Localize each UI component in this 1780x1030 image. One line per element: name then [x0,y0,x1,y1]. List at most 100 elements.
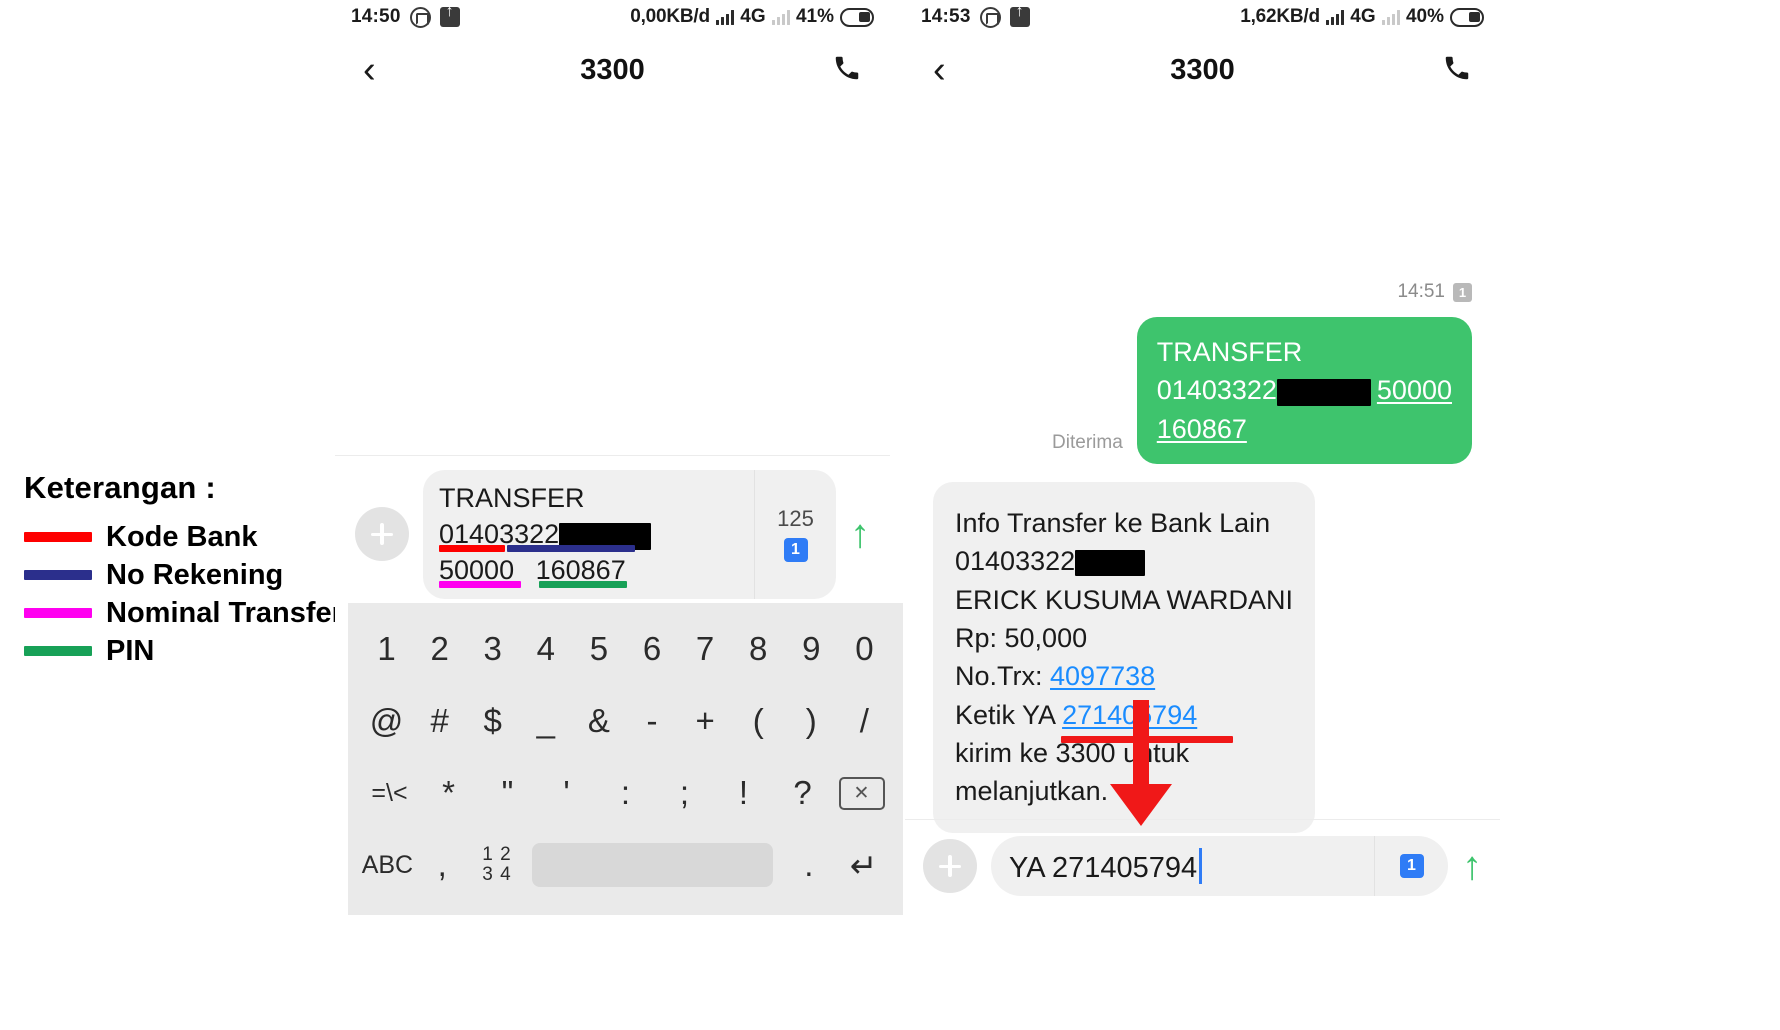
key-paren-close[interactable]: ) [785,685,838,757]
key-1[interactable]: 1 [360,613,413,685]
char-count-label: 125 [777,506,814,532]
key-semicolon[interactable]: ; [655,757,714,829]
sim-badge-icon[interactable]: 1 [783,538,808,563]
reply-ketik-label: Ketik YA [955,699,1055,730]
compose-area-right: YA 271405794 1 ↑ [905,819,1500,918]
annotation-underline-nominal [439,581,521,588]
compose-input-right[interactable]: YA 271405794 [991,847,1374,885]
network-type-label: 4G [740,6,766,27]
sim-badge-icon: 1 [1453,282,1472,302]
sent-pin[interactable]: 160867 [1157,414,1247,444]
legend-label-nominal-transfer: Nominal Transfer [106,596,343,629]
compose-side-left: 125 1 [754,470,836,599]
key-numeric-switch[interactable]: 1 23 4 [470,829,525,901]
network-type-label: 4G [1350,6,1376,27]
annotation-underline-pin [539,581,627,588]
compose-area-left: TRANSFER 01403322 50000 160867 125 1 ↑ [335,455,890,617]
phone-icon[interactable] [832,53,862,88]
reply-ketik-code[interactable]: 271405794 [1062,700,1197,730]
sent-amount[interactable]: 50000 [1377,375,1452,405]
compose-input-left[interactable]: TRANSFER 01403322 50000 160867 [423,470,754,599]
annotation-underline-kode-bank [439,545,505,552]
legend-label-no-rekening: No Rekening [106,558,284,591]
status-bar-left-group-r: 14:53 [921,3,1030,28]
key-hash[interactable]: # [413,685,466,757]
key-double-quote[interactable]: " [478,757,537,829]
key-3[interactable]: 3 [466,613,519,685]
incoming-message-bubble[interactable]: Info Transfer ke Bank Lain 01403322 ERIC… [933,481,1316,833]
key-0[interactable]: 0 [838,613,891,685]
message-thread: 14:51 1 Diterima TRANSFER 01403322 50000 … [905,106,1500,833]
status-clock: 14:53 [921,6,971,27]
key-7[interactable]: 7 [679,613,732,685]
compose-box-left[interactable]: TRANSFER 01403322 50000 160867 125 1 [423,470,836,599]
status-clock: 14:50 [351,6,401,27]
key-question[interactable]: ? [773,757,832,829]
data-speed-label: 0,00KB/d [630,6,710,27]
key-comma[interactable]: , [415,829,470,901]
reply-line-header: Info Transfer ke Bank Lain [955,507,1271,538]
legend-swatch-nominal-transfer [24,608,92,618]
send-arrow-icon[interactable]: ↑ [1462,846,1482,886]
key-asterisk[interactable]: * [419,757,478,829]
plus-icon[interactable] [923,839,977,893]
key-underscore[interactable]: _ [519,685,572,757]
message-timestamp: 14:51 [1397,281,1445,302]
key-symbol-switch[interactable]: =\< [360,757,419,829]
phone-icon[interactable] [1442,53,1472,88]
key-colon[interactable]: : [596,757,655,829]
key-paren-open[interactable]: ( [732,685,785,757]
keyboard-row-bottom: ABC , 1 23 4 . ↵ [348,829,903,901]
key-8[interactable]: 8 [732,613,785,685]
sim-badge-icon[interactable]: 1 [1399,854,1424,878]
redaction-block [1276,378,1371,406]
key-9[interactable]: 9 [785,613,838,685]
conversation-title: 3300 [580,53,645,86]
chevron-left-icon[interactable]: ‹ [933,51,946,89]
signal-bars-secondary-icon [771,9,790,25]
reply-line-lanjut: melanjutkan. [955,776,1109,807]
backspace-icon[interactable]: ✕ [832,757,891,829]
battery-icon [1450,7,1484,27]
legend-swatch-no-rekening [24,570,92,580]
text-caret [1199,847,1203,884]
redaction-block [1075,550,1146,577]
send-arrow-icon[interactable]: ↑ [850,514,870,554]
sent-line-transfer: TRANSFER [1156,337,1303,367]
key-plus[interactable]: + [679,685,732,757]
outgoing-message-bubble[interactable]: TRANSFER 01403322 50000 160867 [1136,317,1472,464]
key-at[interactable]: @ [360,685,413,757]
signal-bars-secondary-icon [1381,9,1400,25]
onscreen-keyboard: 1 2 3 4 5 6 7 8 9 0 @ # $ _ & - + ( ) / … [348,603,903,915]
key-apostrophe[interactable]: ' [537,757,596,829]
key-exclamation[interactable]: ! [714,757,773,829]
key-dollar[interactable]: $ [466,685,519,757]
key-2[interactable]: 2 [413,613,466,685]
key-period[interactable]: . [781,829,836,901]
message-timestamp-row: 14:51 1 [905,281,1500,303]
key-abc[interactable]: ABC [360,829,415,901]
phone-screenshot-right: 14:53 1,62KB/d 4G 40% ‹ 3300 [905,0,1500,1030]
key-4[interactable]: 4 [519,613,572,685]
whatsapp-icon [409,6,431,28]
reply-line-trx: No.Trx: 4097738 [955,657,1293,695]
key-hyphen[interactable]: - [625,685,678,757]
annotation-underline-no-rekening [507,545,635,552]
key-slash[interactable]: / [838,685,891,757]
enter-icon[interactable]: ↵ [836,829,891,901]
key-ampersand[interactable]: & [572,685,625,757]
key-space[interactable] [532,843,774,887]
reply-line-name: ERICK KUSUMA WARDANI [955,584,1294,615]
chevron-left-icon[interactable]: ‹ [363,51,376,89]
reply-trx-value[interactable]: 4097738 [1050,661,1155,691]
compose-row-right: YA 271405794 1 ↑ [905,820,1500,918]
upload-icon [439,3,460,27]
compose-box-right[interactable]: YA 271405794 1 [991,836,1448,896]
compose-line-transfer: TRANSFER [439,483,585,513]
compose-input-value: YA 271405794 [1009,851,1198,884]
status-bar-right-group: 0,00KB/d 4G 41% [630,6,874,28]
plus-icon[interactable] [355,507,409,562]
sent-line-details: 01403322 50000 [1157,371,1452,409]
key-5[interactable]: 5 [572,613,625,685]
key-6[interactable]: 6 [625,613,678,685]
